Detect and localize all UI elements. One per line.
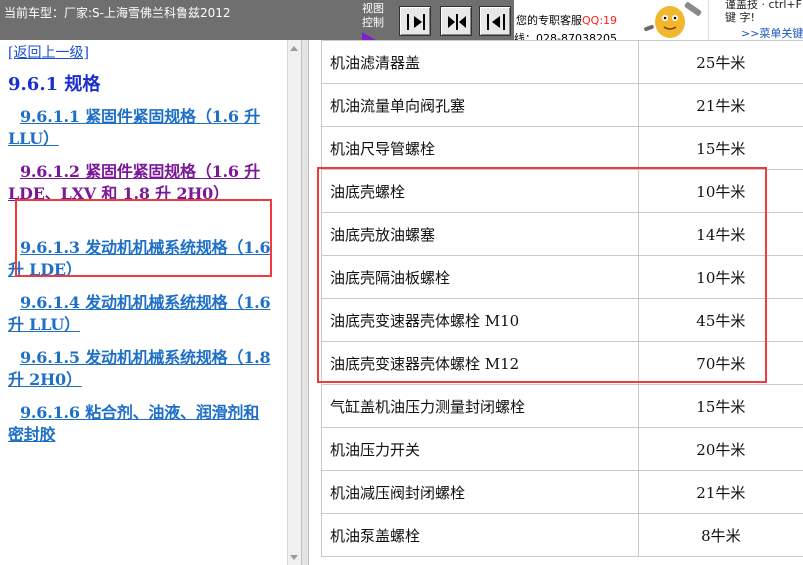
split-view-icon: [448, 14, 466, 30]
service-prefix: 您的专职客服: [516, 14, 582, 27]
show-left-pane-button[interactable]: [479, 6, 511, 36]
view-indicator-icon: [362, 32, 376, 40]
mascot-icon: [640, 0, 708, 40]
fastener-name-cell: 气缸盖机油压力测量封闭螺栓: [321, 385, 639, 428]
view-label-line1: 视图: [362, 2, 384, 15]
toc-pane: [返回上一级] 9.6.1 规格 9.6.1.1 紧固件紧固规格（1.6 升 L…: [0, 40, 287, 565]
toc-scrollbar[interactable]: [287, 40, 301, 565]
torque-value-cell: 21牛米: [638, 471, 803, 514]
table-row: 机油尺导管螺栓 15牛米: [321, 127, 803, 170]
toc-item[interactable]: 9.6.1.6 粘合剂、油液、润滑剂和密封胶: [8, 402, 274, 446]
table-row: 气缸盖机油压力测量封闭螺栓 15牛米: [321, 385, 803, 428]
table-row: 机油减压阀封闭螺栓 21牛米: [321, 471, 803, 514]
arrow-left-icon: [487, 14, 505, 30]
top-toolbar: 当前车型：厂家:S-上海雪佛兰科鲁兹2012 视图 控制 您的专职客服QQ:19…: [0, 0, 803, 40]
current-vehicle-title: 当前车型：厂家:S-上海雪佛兰科鲁兹2012: [4, 6, 231, 20]
table-row: 机油流量单向阀孔塞 21牛米: [321, 84, 803, 127]
torque-value-cell: 15牛米: [638, 385, 803, 428]
service-contact: 您的专职客服QQ:19: [516, 12, 617, 28]
torque-value-cell: 15牛米: [638, 127, 803, 170]
toc-item[interactable]: 9.6.1.1 紧固件紧固规格（1.6 升 LLU）: [8, 106, 274, 150]
scroll-up-icon[interactable]: [290, 46, 298, 51]
split-view-button[interactable]: [440, 6, 472, 36]
toc-highlight-box: [15, 199, 272, 277]
hotkey-tip-banner[interactable]: 谨盖技 · ctrl+F键 字! >>菜单关键: [708, 0, 803, 40]
promo-link[interactable]: >>菜单关键: [741, 25, 803, 40]
show-right-pane-button[interactable]: [399, 6, 431, 36]
torque-value-cell: 25牛米: [638, 40, 803, 84]
toc-item[interactable]: 9.6.1.4 发动机机械系统规格（1.6 升 LLU）: [8, 292, 274, 336]
fastener-name-cell: 机油滤清器盖: [321, 40, 639, 84]
fastener-name-cell: 机油压力开关: [321, 428, 639, 471]
spec-content-pane: 机油滤清器盖 25牛米 机油流量单向阀孔塞 21牛米 机油尺导管螺栓 15牛米 油底壳螺栓 1…: [309, 40, 803, 565]
fastener-name-cell: 机油尺导管螺栓: [321, 127, 639, 170]
torque-value-cell: 20牛米: [638, 428, 803, 471]
table-row: 机油压力开关 20牛米: [321, 428, 803, 471]
fastener-name-cell: 机油流量单向阀孔塞: [321, 84, 639, 127]
service-qq: QQ:19: [582, 14, 618, 27]
toc-item[interactable]: 9.6.1.5 发动机机械系统规格（1.8 升 2H0）: [8, 347, 274, 391]
view-label-line2: 控制: [362, 16, 384, 29]
fastener-name-cell: 机油泵盖螺栓: [321, 514, 639, 557]
pane-splitter[interactable]: [301, 40, 309, 565]
table-highlight-box: [317, 167, 767, 383]
table-row: 机油滤清器盖 25牛米: [321, 40, 803, 84]
service-phone: 线：028-87038205: [514, 32, 617, 40]
view-control-label: 视图 控制: [362, 2, 388, 30]
promo-text: 谨盖技 · ctrl+F键 字!: [725, 0, 802, 24]
arrow-right-icon: [407, 14, 425, 30]
scroll-down-icon[interactable]: [290, 555, 298, 560]
back-link[interactable]: [返回上一级]: [8, 42, 89, 62]
customer-service-banner[interactable]: 您的专职客服QQ:19 线：028-87038205: [514, 0, 640, 40]
fastener-name-cell: 机油减压阀封闭螺栓: [321, 471, 639, 514]
section-title: 9.6.1 规格: [8, 74, 101, 95]
table-row: 机油泵盖螺栓 8牛米: [321, 514, 803, 557]
torque-value-cell: 21牛米: [638, 84, 803, 127]
torque-value-cell: 8牛米: [638, 514, 803, 557]
